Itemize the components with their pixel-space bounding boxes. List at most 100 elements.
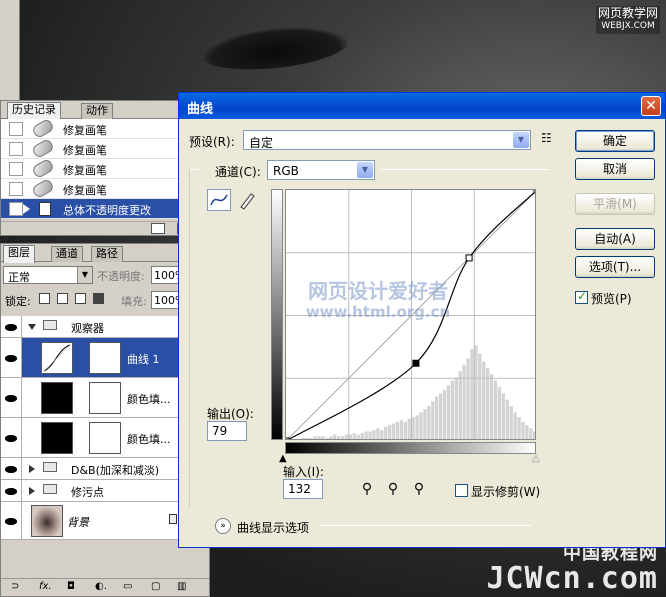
channel-select[interactable]: RGB ▼ [267, 160, 375, 180]
histogram-bar [446, 385, 451, 439]
eye-icon[interactable] [1, 480, 22, 501]
history-item[interactable]: 修复画笔 [1, 177, 181, 200]
tab-channels[interactable]: 通道 [51, 246, 83, 262]
preset-menu-icon[interactable]: ☷ [541, 131, 552, 145]
layer-mask-thumb[interactable] [89, 382, 121, 414]
new-layer-icon[interactable]: ▢ [151, 581, 160, 592]
eye-icon[interactable] [1, 418, 22, 457]
layer-group-dodge-burn[interactable]: D&B(加深和减淡) [1, 458, 181, 480]
curves-dialog: 曲线 ✕ 预设(R): 自定 ▼ ☷ 通道(C): RGB ▼ 网页设计爱好者 … [178, 92, 666, 548]
fx-icon[interactable]: fx. [39, 581, 52, 592]
black-eyedropper-icon[interactable]: ⚲ [359, 481, 375, 497]
history-checkbox[interactable] [9, 122, 23, 136]
output-label: 输出(O): [207, 407, 254, 421]
healing-brush-icon [31, 177, 55, 200]
collapse-arrow-icon[interactable] [29, 465, 35, 473]
expand-options-icon[interactable]: » [215, 518, 231, 534]
options-button[interactable]: 选项(T)... [575, 256, 655, 278]
histogram-bar [290, 439, 293, 440]
curve-options-label[interactable]: 曲线显示选项 [237, 519, 309, 536]
history-item[interactable]: 修复画笔 [1, 137, 181, 160]
mask-icon[interactable]: ◘ [67, 581, 75, 592]
eye-icon[interactable] [1, 458, 22, 479]
group-line [189, 169, 199, 170]
pencil-tool[interactable] [235, 189, 259, 211]
pencil-icon [240, 193, 255, 210]
tab-paths[interactable]: 路径 [91, 246, 123, 262]
lock-transparency-icon[interactable] [39, 293, 50, 304]
curve-control-point [465, 254, 473, 262]
close-icon[interactable]: ✕ [641, 96, 661, 116]
histogram-bar [344, 434, 349, 439]
tab-layers[interactable]: 图层 [3, 245, 35, 263]
folder-icon [43, 462, 57, 472]
gray-eyedropper-icon[interactable]: ⚲ [385, 481, 401, 497]
histogram-bar [442, 390, 447, 439]
lock-all-icon[interactable] [93, 293, 104, 304]
history-checkbox[interactable] [9, 142, 23, 156]
adjustment-icon[interactable]: ◐. [95, 581, 107, 592]
tab-history[interactable]: 历史记录 [7, 102, 61, 120]
input-field[interactable]: 132 [283, 479, 323, 499]
smooth-button[interactable]: 平滑(M) [575, 193, 655, 215]
histogram-bar [309, 437, 313, 439]
opacity-field[interactable]: 100% [151, 266, 181, 284]
histogram-bar [352, 433, 356, 439]
layer-curves-1[interactable]: 曲线 1 [1, 338, 181, 378]
lock-move-icon[interactable] [75, 293, 86, 304]
auto-button[interactable]: 自动(A) [575, 228, 655, 250]
eye-icon[interactable] [1, 378, 22, 417]
histogram-bar [462, 364, 466, 439]
blend-mode-select[interactable]: 正常 ▼ [3, 266, 93, 284]
histogram-bar [333, 434, 337, 439]
tab-actions[interactable]: 动作 [81, 103, 113, 119]
preview-checkbox[interactable] [575, 289, 588, 304]
eye-icon[interactable] [1, 316, 22, 337]
layer-background[interactable]: 背景 [1, 502, 181, 540]
white-point-slider-icon[interactable]: △ [532, 453, 540, 464]
history-item[interactable]: 修复画笔 [1, 157, 181, 180]
histogram-bar [294, 439, 297, 440]
layer-group-spot-fix[interactable]: 修污点 [1, 480, 181, 502]
folder-icon[interactable]: ▭ [123, 581, 132, 592]
histogram-bar [395, 421, 400, 439]
input-label: 输入(I): [283, 465, 324, 479]
preset-label: 预设(R): [189, 135, 235, 149]
layer-color-fill-2[interactable]: 颜色填... [1, 418, 181, 458]
histogram-bar [493, 380, 498, 439]
history-item[interactable]: 修复画笔 [1, 117, 181, 140]
output-field[interactable]: 79 [207, 421, 247, 441]
fill-field[interactable]: 100% [151, 291, 181, 309]
expand-arrow-icon[interactable] [28, 324, 36, 330]
eye-icon[interactable] [1, 502, 22, 539]
lock-paint-icon[interactable] [57, 293, 68, 304]
watermark-mid-en: www.html.org.cn [305, 303, 451, 321]
new-document-icon[interactable] [151, 223, 165, 234]
show-clipping-checkbox[interactable] [455, 484, 468, 497]
history-checkbox[interactable] [9, 202, 23, 216]
link-icon[interactable]: ⊃ [11, 581, 19, 592]
history-item-selected[interactable]: 总体不透明度更改 [1, 199, 181, 219]
histogram-bar [466, 358, 470, 439]
histogram-bar [372, 429, 376, 439]
collapse-arrow-icon[interactable] [29, 487, 35, 495]
preset-select[interactable]: 自定 ▼ [243, 130, 531, 150]
layer-mask-thumb[interactable] [89, 342, 121, 374]
histogram-bar [454, 377, 458, 439]
white-eyedropper-icon[interactable]: ⚲ [411, 481, 427, 497]
trash-icon[interactable]: ▥ [177, 581, 186, 592]
eye-icon[interactable] [1, 338, 22, 377]
ok-button[interactable]: 确定 [575, 130, 655, 152]
history-checkbox[interactable] [9, 182, 23, 196]
layer-group-observer[interactable]: 观察器 [1, 316, 181, 338]
layer-color-fill-1[interactable]: 颜色填... [1, 378, 181, 418]
histogram-bar [380, 429, 384, 439]
history-checkbox[interactable] [9, 162, 23, 176]
cancel-button[interactable]: 取消 [575, 158, 655, 180]
curve-point-tool[interactable] [207, 189, 231, 211]
layer-mask-thumb[interactable] [89, 422, 121, 454]
color-fill-thumb [41, 382, 73, 414]
histogram-bar [399, 420, 404, 439]
histogram-bar [368, 431, 372, 439]
histogram-bar [329, 436, 333, 439]
